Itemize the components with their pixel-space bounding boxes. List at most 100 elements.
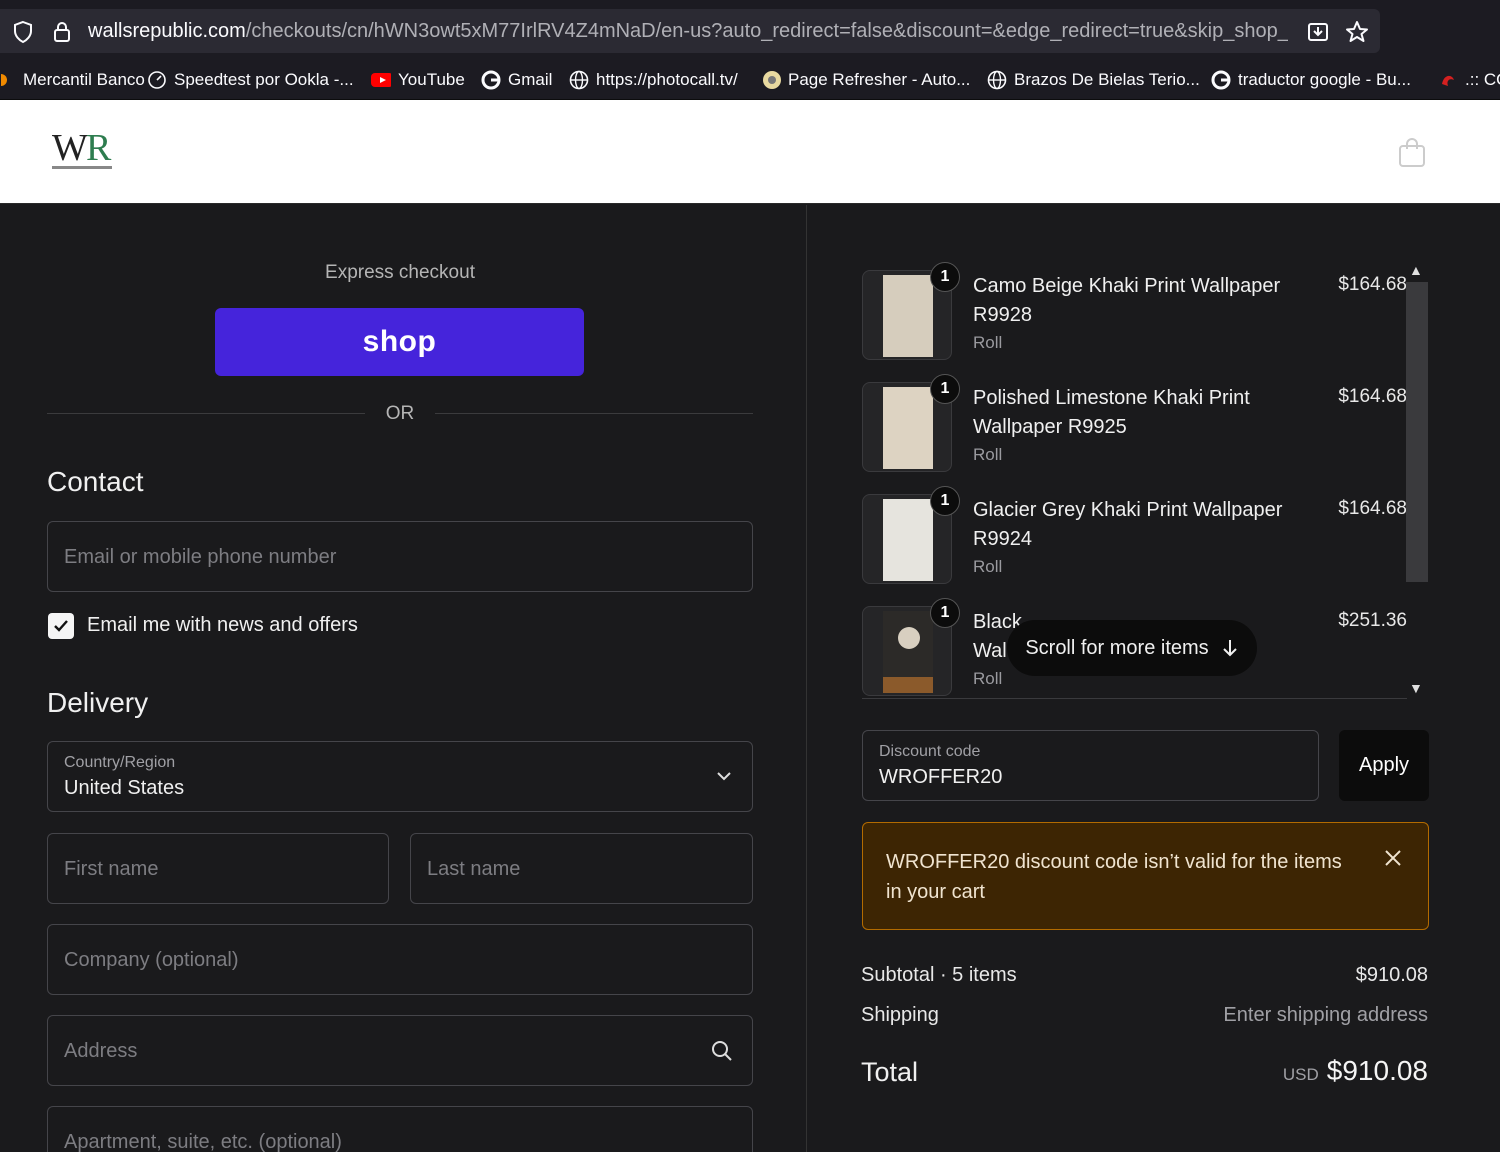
checkmark-icon	[54, 620, 68, 632]
last-name-placeholder: Last name	[427, 858, 521, 880]
download-page-icon[interactable]	[1306, 20, 1330, 44]
bookmark-item[interactable]: https://photocall.tv/	[569, 70, 738, 90]
contact-title: Contact	[47, 466, 144, 497]
shield-icon[interactable]	[11, 20, 35, 44]
quantity-badge: 1	[930, 374, 960, 404]
express-checkout-label: Express checkout	[325, 262, 475, 283]
bookmark-label: Speedtest por Ookla -...	[174, 70, 354, 89]
newsletter-checkbox[interactable]	[48, 613, 74, 639]
alert-message: WROFFER20 discount code isn’t valid for …	[886, 851, 1342, 903]
shipping-label: Shipping	[861, 1004, 939, 1026]
country-label: Country/Region	[64, 754, 176, 771]
scroll-hint-label: Scroll for more items	[1025, 636, 1209, 659]
total-label: Total	[861, 1057, 919, 1087]
email-field[interactable]: Email or mobile phone number	[47, 521, 753, 592]
bookmark-star-icon[interactable]	[1345, 20, 1369, 44]
scroll-down-icon[interactable]: ▼	[1409, 680, 1423, 696]
divider	[47, 413, 365, 414]
company-placeholder: Company (optional)	[64, 949, 239, 971]
apartment-placeholder: Apartment, suite, etc. (optional)	[64, 1131, 342, 1152]
site-icon	[1438, 70, 1458, 90]
first-name-field[interactable]: First name	[47, 833, 389, 904]
arrow-down-icon	[1222, 640, 1237, 657]
url-path: /checkouts/cn/hWN3owt5xM77IrlRV4Z4mNaD/e…	[245, 20, 1288, 42]
product-price: $164.68	[1338, 386, 1407, 407]
bookmark-item[interactable]: Brazos De Bielas Terio...	[987, 70, 1200, 90]
bookmark-item[interactable]: Speedtest por Ookla -...	[147, 70, 354, 90]
shop-pay-button[interactable]: shop	[215, 308, 584, 376]
scroll-up-icon[interactable]: ▲	[1409, 262, 1423, 278]
search-icon	[712, 1041, 732, 1061]
subtotal-value: $910.08	[1355, 964, 1428, 986]
divider	[435, 413, 753, 414]
product-variant: Roll	[973, 333, 1003, 352]
product-name-line: Wal	[973, 640, 1007, 662]
country-select[interactable]: Country/Region United States	[47, 741, 753, 812]
discount-error-alert: WROFFER20 discount code isn’t valid for …	[862, 822, 1429, 930]
total-value: $910.08	[1326, 1055, 1428, 1086]
bookmark-item[interactable]: Page Refresher - Auto...	[761, 70, 970, 90]
cart-item: 1 Camo Beige Khaki Print Wallpaper R9928…	[862, 262, 1407, 360]
bookmarks-bar: Mercantil Banco Speedtest por Ookla -...…	[0, 62, 1500, 100]
bookmark-label: Mercantil Banco	[23, 70, 145, 89]
or-separator: OR	[385, 403, 415, 424]
globe-icon	[987, 70, 1007, 90]
delivery-title: Delivery	[47, 687, 149, 718]
url-text[interactable]: wallsrepublic.com/checkouts/cn/hWN3owt5x…	[88, 20, 1288, 43]
bookmark-label: YouTube	[398, 70, 465, 89]
address-field[interactable]: Address	[47, 1015, 753, 1086]
product-name: Glacier Grey Khaki Print Wallpaper R9924	[973, 499, 1283, 550]
cart-item: 1 Polished Limestone Khaki Print Wallpap…	[862, 374, 1407, 472]
refresher-icon	[761, 70, 781, 90]
cart-scrollbar[interactable]	[1406, 282, 1428, 582]
product-price: $164.68	[1338, 274, 1407, 295]
bookmark-label: traductor google - Bu...	[1238, 70, 1411, 89]
last-name-field[interactable]: Last name	[410, 833, 753, 904]
newsletter-label[interactable]: Email me with news and offers	[87, 614, 358, 637]
subtotal-row: Subtotal · 5 items $910.08	[861, 964, 1428, 987]
scroll-for-more-button[interactable]: Scroll for more items	[1007, 620, 1257, 676]
apply-discount-button[interactable]: Apply	[1339, 730, 1429, 801]
total-amount: USD $910.08	[1283, 1055, 1428, 1087]
walls-republic-logo[interactable]: W R	[50, 128, 114, 174]
speedtest-icon	[147, 70, 167, 90]
bookmark-item[interactable]: traductor google - Bu...	[1211, 70, 1411, 90]
company-field[interactable]: Company (optional)	[47, 924, 753, 995]
url-domain: wallsrepublic.com	[88, 20, 246, 42]
discount-code-field[interactable]: Discount code WROFFER20	[862, 730, 1319, 801]
store-header	[0, 100, 1500, 204]
product-variant: Roll	[973, 557, 1003, 576]
shipping-value: Enter shipping address	[1223, 1004, 1428, 1026]
lock-icon[interactable]	[50, 20, 74, 44]
svg-text:R: R	[86, 128, 112, 169]
total-currency: USD	[1282, 1065, 1319, 1084]
quantity-badge: 1	[930, 598, 960, 628]
product-variant: Roll	[973, 669, 1003, 688]
youtube-icon	[371, 70, 391, 90]
shopping-bag-icon[interactable]	[1396, 136, 1428, 168]
quantity-badge: 1	[930, 262, 960, 292]
bookmark-label: https://photocall.tv/	[596, 70, 738, 89]
discount-label: Discount code	[879, 743, 981, 760]
divider	[862, 698, 1407, 699]
bookmark-label: Gmail	[508, 70, 553, 89]
browser-url-bar: wallsrepublic.com/checkouts/cn/hWN3owt5x…	[0, 0, 1500, 62]
bookmark-item[interactable]: .:: CO	[1438, 70, 1500, 90]
address-placeholder: Address	[64, 1040, 138, 1062]
cart-item: 1 Glacier Grey Khaki Print Wallpaper R99…	[862, 486, 1407, 584]
product-variant: Roll	[973, 445, 1003, 464]
product-price: $164.68	[1338, 498, 1407, 519]
svg-text:W: W	[52, 128, 88, 169]
bookmark-item[interactable]: YouTube	[371, 70, 465, 90]
bookmark-item[interactable]: Gmail	[481, 70, 552, 90]
email-placeholder: Email or mobile phone number	[64, 546, 337, 568]
bookmark-item[interactable]: Mercantil Banco	[0, 70, 145, 90]
bank-icon	[0, 70, 16, 90]
first-name-placeholder: First name	[64, 858, 159, 880]
google-icon	[1211, 70, 1231, 90]
google-icon	[481, 70, 501, 90]
close-icon[interactable]	[1384, 849, 1402, 867]
bookmark-label: Brazos De Bielas Terio...	[1014, 70, 1200, 89]
apartment-field[interactable]: Apartment, suite, etc. (optional)	[47, 1106, 753, 1152]
discount-value: WROFFER20	[879, 766, 1003, 788]
